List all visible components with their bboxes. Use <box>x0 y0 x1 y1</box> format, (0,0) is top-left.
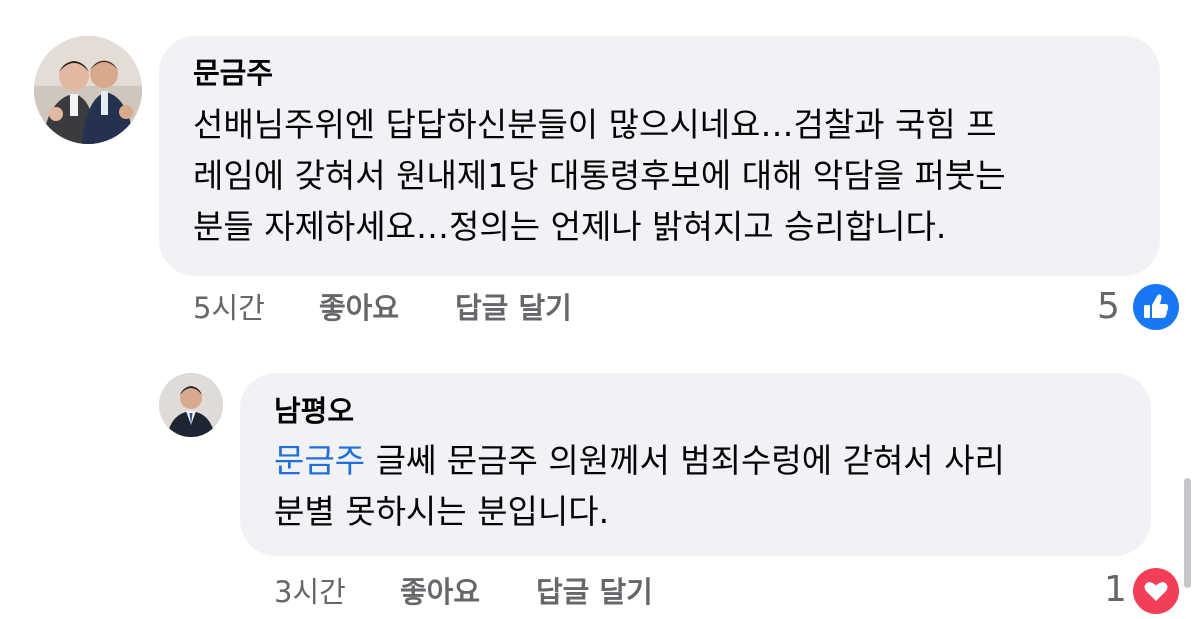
avatar-moon-geumju[interactable] <box>34 36 142 144</box>
reply-text: 글쎄 문금주 의원께서 범죄수렁에 갇혀서 사리 <box>365 441 1005 480</box>
reply-text-line: 문금주 글쎄 문금주 의원께서 범죄수렁에 갇혀서 사리 <box>274 435 1005 486</box>
like-button[interactable]: 좋아요 <box>400 574 480 610</box>
heart-icon <box>1133 568 1179 614</box>
reply-author[interactable]: 남평오 <box>274 394 354 428</box>
comment-timestamp[interactable]: 5시간 <box>193 290 265 326</box>
reply-button[interactable]: 답글 달기 <box>536 574 653 610</box>
mention-link[interactable]: 문금주 <box>274 441 365 480</box>
comment-actions: 5시간 좋아요 답글 달기 <box>193 290 713 326</box>
profile-photo-icon <box>159 373 223 437</box>
reaction-badge[interactable] <box>1130 281 1182 333</box>
reply-actions: 3시간 좋아요 답글 달기 <box>274 574 794 610</box>
comment-author[interactable]: 문금주 <box>193 56 273 90</box>
profile-photo-icon <box>34 36 142 144</box>
scrollbar-thumb[interactable] <box>1184 478 1191 588</box>
reply-timestamp[interactable]: 3시간 <box>274 574 346 610</box>
reply-button[interactable]: 답글 달기 <box>455 290 572 326</box>
thumbs-up-icon <box>1133 284 1179 330</box>
comment-text-line: 선배님주위엔 답답하신분들이 많으시네요…검찰과 국힘 프 <box>193 105 997 144</box>
reply-text-line: 분별 못하시는 분입니다. <box>274 492 610 531</box>
reaction-count[interactable]: 1 <box>1104 570 1127 610</box>
reaction-count[interactable]: 5 <box>1097 287 1120 327</box>
reaction-badge[interactable] <box>1130 565 1182 617</box>
comment-text-line: 레임에 갖혀서 원내제1당 대통령후보에 대해 악담을 퍼붓는 <box>193 156 1006 195</box>
like-button[interactable]: 좋아요 <box>319 290 399 326</box>
avatar-nam-pyeongo[interactable] <box>159 373 223 437</box>
comment-text-line: 분들 자제하세요…정의는 언제나 밝혀지고 승리합니다. <box>193 207 947 246</box>
